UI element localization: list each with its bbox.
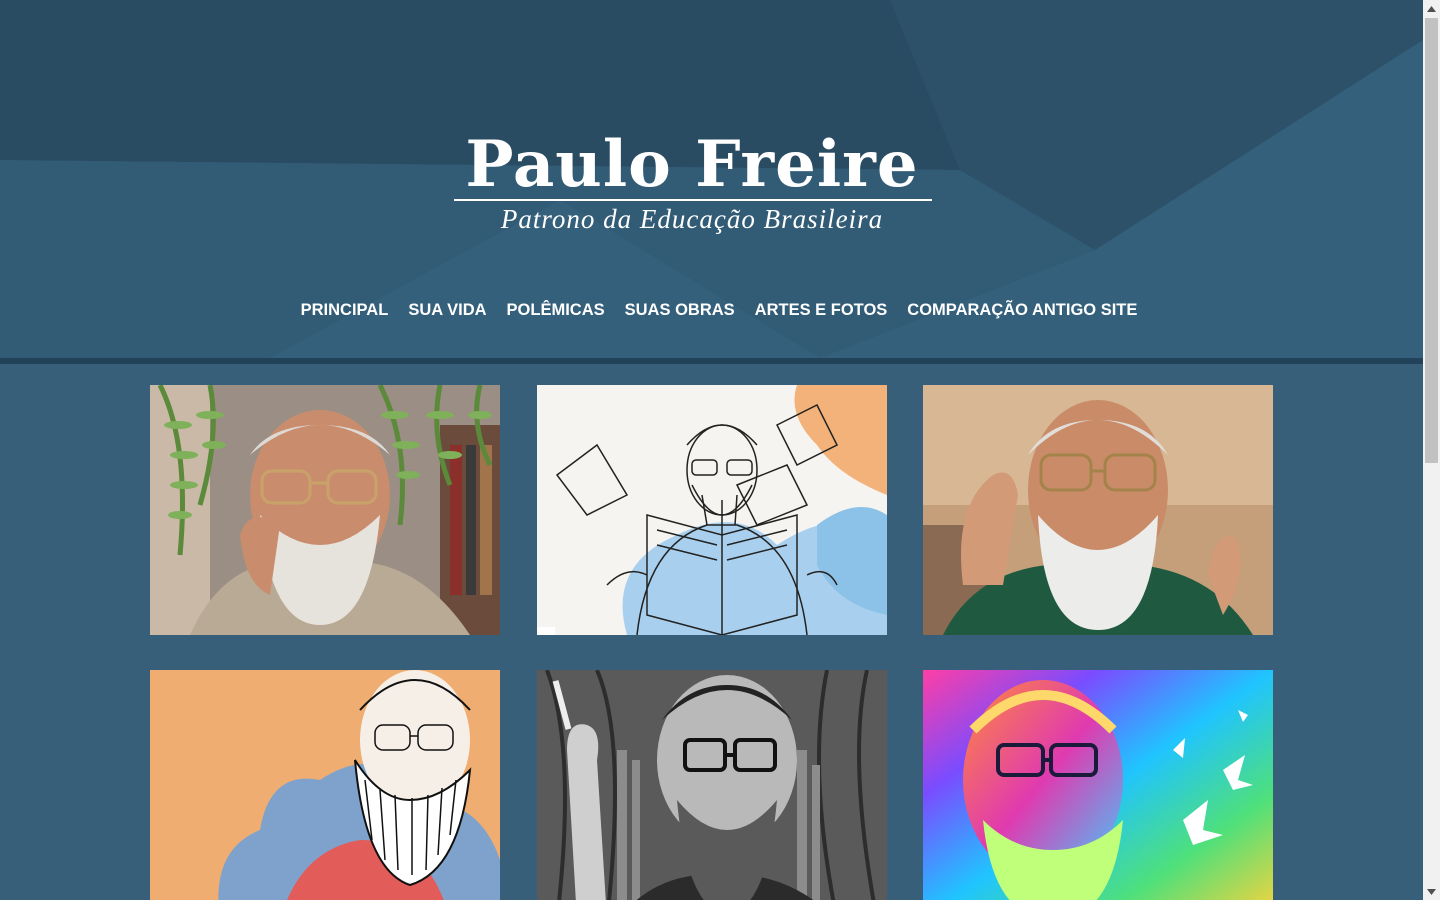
site-title: Paulo Freire <box>465 127 919 202</box>
nav-item-suas-obras[interactable]: SUAS OBRAS <box>625 298 735 322</box>
nav-item-artes-e-fotos[interactable]: ARTES E FOTOS <box>755 298 888 322</box>
sketch-book-image <box>537 385 887 635</box>
site-header: Paulo Freire Patrono da Educação Brasile… <box>0 0 1423 358</box>
smiling-green-shirt-image <box>923 385 1273 635</box>
logo-divider <box>454 199 932 201</box>
main-nav: PRINCIPAL SUA VIDA POLÊMICAS SUAS OBRAS … <box>0 298 1423 322</box>
nav-item-polemicas[interactable]: POLÊMICAS <box>507 298 605 322</box>
portrait-fern-image <box>150 385 500 635</box>
scroll-down-icon[interactable] <box>1423 883 1440 900</box>
header-divider <box>0 358 1423 364</box>
site-logo[interactable]: Paulo Freire Patrono da Educação Brasile… <box>452 128 932 238</box>
nav-item-sua-vida[interactable]: SUA VIDA <box>408 298 486 322</box>
gallery-photo-6[interactable] <box>923 670 1273 900</box>
gallery-photo-2[interactable] <box>537 385 887 635</box>
gallery-photo-3[interactable] <box>923 385 1273 635</box>
gallery-photo-5[interactable] <box>537 670 887 900</box>
page: Paulo Freire Patrono da Educação Brasile… <box>0 0 1440 900</box>
gallery-photo-4[interactable] <box>150 670 500 900</box>
nav-item-principal[interactable]: PRINCIPAL <box>301 298 389 322</box>
vertical-scrollbar[interactable] <box>1423 0 1440 900</box>
gallery-photo-1[interactable] <box>150 385 500 635</box>
scrollbar-thumb[interactable] <box>1425 18 1438 463</box>
scroll-up-icon[interactable] <box>1423 0 1440 17</box>
site-subtitle: Patrono da Educação Brasileira <box>500 204 884 234</box>
black-white-portrait-image <box>537 670 887 900</box>
nav-item-comparacao-antigo-site[interactable]: COMPARAÇÃO ANTIGO SITE <box>907 298 1137 322</box>
orange-illustration-image <box>150 670 500 900</box>
rainbow-art-doves-image <box>923 670 1273 900</box>
